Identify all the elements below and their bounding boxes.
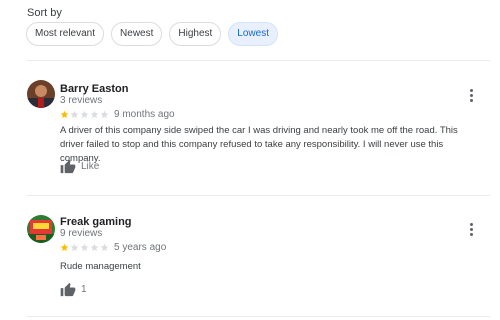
- like-label: Like: [81, 161, 100, 172]
- star-filled-icon: [60, 243, 69, 251]
- star-empty-icon: [70, 110, 79, 118]
- reviewer-name[interactable]: Barry Easton: [60, 83, 128, 95]
- divider: [27, 60, 490, 61]
- review-date: 5 years ago: [114, 242, 167, 253]
- like-count: 1: [81, 284, 87, 295]
- sort-highest-chip[interactable]: Highest: [169, 22, 222, 46]
- review-count: 9 reviews: [60, 228, 103, 239]
- sort-options: Most relevant Newest Highest Lowest: [26, 22, 278, 46]
- sort-label: Sort by: [27, 7, 62, 19]
- more-options-icon[interactable]: [470, 89, 474, 104]
- divider: [27, 316, 490, 317]
- review-date: 9 months ago: [114, 109, 175, 120]
- like-button[interactable]: 1: [60, 282, 87, 297]
- sort-newest-chip[interactable]: Newest: [111, 22, 163, 46]
- avatar[interactable]: [27, 80, 55, 108]
- avatar[interactable]: [27, 215, 55, 243]
- thumbs-up-icon: [60, 159, 76, 174]
- star-rating: [60, 110, 109, 119]
- divider: [27, 195, 490, 196]
- review-text: Rude management: [60, 261, 141, 272]
- star-empty-icon: [90, 243, 99, 251]
- sort-most-relevant-chip[interactable]: Most relevant: [26, 22, 105, 46]
- star-empty-icon: [100, 110, 109, 118]
- star-empty-icon: [70, 243, 79, 251]
- review-count: 3 reviews: [60, 95, 103, 106]
- star-empty-icon: [80, 110, 89, 118]
- review-text: A driver of this company side swiped the…: [60, 125, 458, 164]
- star-empty-icon: [100, 243, 109, 251]
- star-empty-icon: [80, 243, 89, 251]
- sort-lowest-chip[interactable]: Lowest: [228, 22, 278, 46]
- like-button[interactable]: Like: [60, 159, 99, 174]
- star-filled-icon: [60, 110, 69, 118]
- star-rating: [60, 243, 109, 252]
- star-empty-icon: [90, 110, 99, 118]
- reviewer-name[interactable]: Freak gaming: [60, 216, 132, 228]
- more-options-icon[interactable]: [470, 223, 474, 238]
- thumbs-up-icon: [60, 282, 76, 297]
